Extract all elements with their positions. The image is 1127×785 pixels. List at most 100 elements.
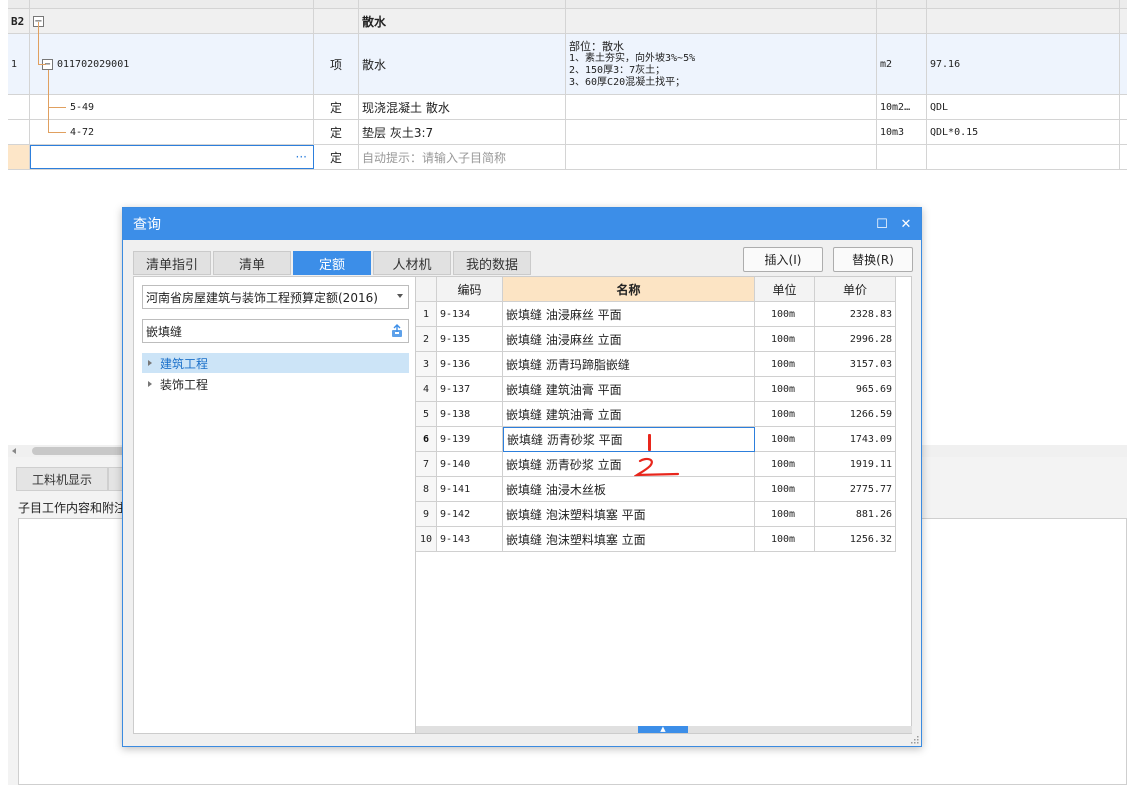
quota-code[interactable]: 9-136 xyxy=(437,352,503,377)
quota-price[interactable]: 2328.83 xyxy=(815,302,896,327)
quota-library-select[interactable]: 河南省房屋建筑与装饰工程预算定额(2016) xyxy=(142,285,409,309)
scroll-left-icon[interactable] xyxy=(12,448,16,454)
item-code: 5-49 xyxy=(30,95,314,119)
row-index[interactable]: 2 xyxy=(416,327,437,352)
row-number: 1 xyxy=(8,34,30,94)
row-index[interactable]: 9 xyxy=(416,502,437,527)
quota-code[interactable]: 9-139 xyxy=(437,427,503,452)
quota-unit[interactable]: 100m xyxy=(755,302,815,327)
chevron-down-icon[interactable] xyxy=(397,294,403,298)
quota-unit[interactable]: 100m xyxy=(755,377,815,402)
quota-code[interactable]: 9-141 xyxy=(437,477,503,502)
quota-price[interactable]: 881.26 xyxy=(815,502,896,527)
item-unit: 10m2… xyxy=(877,95,927,119)
row-index[interactable]: 8 xyxy=(416,477,437,502)
search-value: 嵌填缝 xyxy=(146,324,183,339)
tree-item-decoration[interactable]: 装饰工程 xyxy=(142,374,409,394)
quota-price[interactable]: 3157.03 xyxy=(815,352,896,377)
work-content-label: 子目工作内容和附注 xyxy=(18,501,127,515)
row-index[interactable]: 7 xyxy=(416,452,437,477)
quota-name[interactable]: 嵌填缝 沥青玛蹄脂嵌缝 xyxy=(503,352,755,377)
header-name[interactable]: 名称 xyxy=(503,277,755,302)
ellipsis-button[interactable]: ··· xyxy=(296,150,307,164)
item-type: 项 xyxy=(314,34,359,94)
tab-list[interactable]: 清单 xyxy=(213,251,291,275)
row-index[interactable]: 3 xyxy=(416,352,437,377)
collapse-up-icon[interactable]: ▲ xyxy=(638,726,688,733)
quota-price[interactable]: 965.69 xyxy=(815,377,896,402)
item-unit: m2 xyxy=(877,34,927,94)
header-price[interactable]: 单价 xyxy=(815,277,896,302)
quota-price[interactable]: 2775.77 xyxy=(815,477,896,502)
tab-labor-material[interactable]: 人材机 xyxy=(373,251,451,275)
tree-item-label: 建筑工程 xyxy=(160,356,209,371)
quota-unit[interactable]: 100m xyxy=(755,502,815,527)
table-row[interactable]: 1 − 011702029001 项 散水 部位：散水 1、素土夯实，向外坡3%… xyxy=(8,34,1127,95)
annotation-mark-1 xyxy=(648,434,651,451)
tree-item-label: 装饰工程 xyxy=(160,377,209,392)
annotation-mark-2 xyxy=(634,457,680,477)
quota-unit[interactable]: 100m xyxy=(755,327,815,352)
tab-labor-material-display[interactable]: 工料机显示 xyxy=(16,467,108,491)
tab-quota[interactable]: 定额 xyxy=(293,251,371,275)
row-index[interactable]: 6 xyxy=(416,427,437,452)
quota-name[interactable]: 嵌填缝 沥青砂浆 平面 xyxy=(503,427,755,452)
quota-code[interactable]: 9-137 xyxy=(437,377,503,402)
group-row[interactable]: B2 − 散水 xyxy=(8,9,1127,34)
scrollbar-thumb[interactable] xyxy=(32,447,132,455)
item-features: 部位：散水 1、素土夯实，向外坡3%~5% 2、150厚3：7灰土； 3、60厚… xyxy=(566,34,877,94)
tree-item-building[interactable]: 建筑工程 xyxy=(142,353,409,373)
quota-price[interactable]: 1743.09 xyxy=(815,427,896,452)
row-index[interactable]: 1 xyxy=(416,302,437,327)
quota-unit[interactable]: 100m xyxy=(755,452,815,477)
quota-name[interactable]: 嵌填缝 油浸麻丝 平面 xyxy=(503,302,755,327)
quota-price[interactable]: 1266.59 xyxy=(815,402,896,427)
maximize-icon[interactable]: ☐ xyxy=(875,216,889,232)
search-input[interactable]: 嵌填缝 xyxy=(142,319,409,343)
quota-price[interactable]: 1256.32 xyxy=(815,527,896,552)
replace-button[interactable]: 替换(R) xyxy=(833,247,913,272)
quota-code[interactable]: 9-143 xyxy=(437,527,503,552)
quota-code[interactable]: 9-142 xyxy=(437,502,503,527)
insert-button[interactable]: 插入(I) xyxy=(743,247,823,272)
quota-name[interactable]: 嵌填缝 建筑油膏 立面 xyxy=(503,402,755,427)
expand-arrow-icon[interactable] xyxy=(148,381,152,387)
filter-icon[interactable] xyxy=(390,324,404,338)
quota-name[interactable]: 嵌填缝 油浸木丝板 xyxy=(503,477,755,502)
dialog-titlebar[interactable]: 查询 ☐ ✕ xyxy=(123,208,921,240)
quota-name[interactable]: 嵌填缝 泡沫塑料填塞 平面 xyxy=(503,502,755,527)
quota-unit[interactable]: 100m xyxy=(755,427,815,452)
quota-name[interactable]: 嵌填缝 泡沫塑料填塞 立面 xyxy=(503,527,755,552)
feature-line: 3、60厚C20混凝土找平； xyxy=(569,76,686,88)
quota-code[interactable]: 9-135 xyxy=(437,327,503,352)
table-row[interactable]: 5-49 定 现浇混凝土 散水 10m2… QDL xyxy=(8,95,1127,120)
row-index[interactable]: 5 xyxy=(416,402,437,427)
tab-list-guide[interactable]: 清单指引 xyxy=(133,251,211,275)
row-index[interactable]: 10 xyxy=(416,527,437,552)
quota-name[interactable]: 嵌填缝 沥青砂浆 立面 xyxy=(503,452,755,477)
header-unit[interactable]: 单位 xyxy=(755,277,815,302)
budget-grid: B2 − 散水 1 − 011702029001 项 散水 部位：散水 1、素土… xyxy=(8,0,1127,170)
row-index[interactable]: 4 xyxy=(416,377,437,402)
auto-hint: 自动提示：请输入子目简称 xyxy=(359,145,566,169)
close-icon[interactable]: ✕ xyxy=(899,216,913,232)
quota-unit[interactable]: 100m xyxy=(755,527,815,552)
tab-my-data[interactable]: 我的数据 xyxy=(453,251,531,275)
quota-unit[interactable]: 100m xyxy=(755,402,815,427)
quota-price[interactable]: 1919.11 xyxy=(815,452,896,477)
quota-price[interactable]: 2996.28 xyxy=(815,327,896,352)
quota-code[interactable]: 9-138 xyxy=(437,402,503,427)
new-item-row[interactable]: ··· 定 自动提示：请输入子目简称 xyxy=(8,145,1127,170)
code-input[interactable]: ··· xyxy=(30,145,314,169)
splitter-bar[interactable]: ▲ xyxy=(416,726,912,733)
quota-name[interactable]: 嵌填缝 建筑油膏 平面 xyxy=(503,377,755,402)
table-row[interactable]: 4-72 定 垫层 灰土3:7 10m3 QDL*0.15 xyxy=(8,120,1127,145)
quota-unit[interactable]: 100m xyxy=(755,352,815,377)
quota-unit[interactable]: 100m xyxy=(755,477,815,502)
quota-code[interactable]: 9-140 xyxy=(437,452,503,477)
quota-name[interactable]: 嵌填缝 油浸麻丝 立面 xyxy=(503,327,755,352)
resize-grip-icon[interactable] xyxy=(909,734,919,744)
quota-code[interactable]: 9-134 xyxy=(437,302,503,327)
header-code[interactable]: 编码 xyxy=(437,277,503,302)
expand-arrow-icon[interactable] xyxy=(148,360,152,366)
